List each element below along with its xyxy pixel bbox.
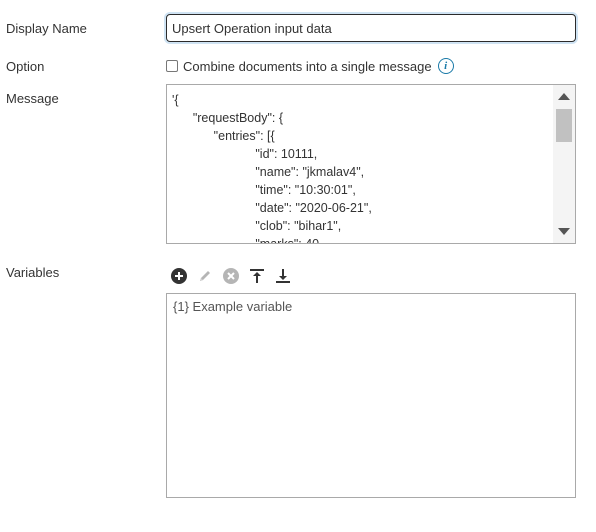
move-to-top-icon[interactable]	[248, 267, 266, 285]
info-icon[interactable]: i	[437, 58, 454, 74]
combine-documents-label[interactable]: Combine documents into a single message	[183, 59, 432, 74]
message-textarea[interactable]: '{ "requestBody": { "entries": [{ "id": …	[166, 84, 576, 244]
combine-documents-checkbox[interactable]	[166, 60, 178, 72]
message-line: "date": "2020-06-21",	[172, 201, 372, 215]
add-icon[interactable]	[170, 267, 188, 285]
variable-item[interactable]: {1} Example variable	[173, 299, 292, 314]
delete-icon[interactable]	[222, 267, 240, 285]
variables-toolbar	[170, 266, 300, 286]
option-row: Combine documents into a single message …	[166, 57, 454, 75]
display-name-input[interactable]	[166, 14, 576, 42]
scroll-up-arrow-icon[interactable]	[558, 93, 570, 100]
variables-list[interactable]: {1} Example variable	[166, 293, 576, 498]
message-label: Message	[6, 91, 59, 106]
variables-label: Variables	[6, 265, 60, 280]
message-scrollbar[interactable]	[553, 85, 575, 243]
message-line: "entries": [{	[172, 129, 275, 143]
message-content: '{ "requestBody": { "entries": [{ "id": …	[172, 91, 551, 244]
scroll-down-arrow-icon[interactable]	[558, 228, 570, 235]
message-line: "id": 10111,	[172, 147, 318, 161]
message-line: "time": "10:30:01",	[172, 183, 356, 197]
message-line: "name": "jkmalav4",	[172, 165, 365, 179]
message-line: '{	[172, 93, 179, 107]
message-line: "requestBody": {	[172, 111, 284, 125]
message-line: "marks": 40,	[172, 237, 323, 244]
option-label: Option	[6, 59, 45, 74]
message-line: "clob": "bihar1",	[172, 219, 342, 233]
edit-icon[interactable]	[196, 267, 214, 285]
move-to-bottom-icon[interactable]	[274, 267, 292, 285]
scroll-thumb[interactable]	[556, 109, 572, 142]
display-name-label: Display Name	[6, 21, 87, 36]
